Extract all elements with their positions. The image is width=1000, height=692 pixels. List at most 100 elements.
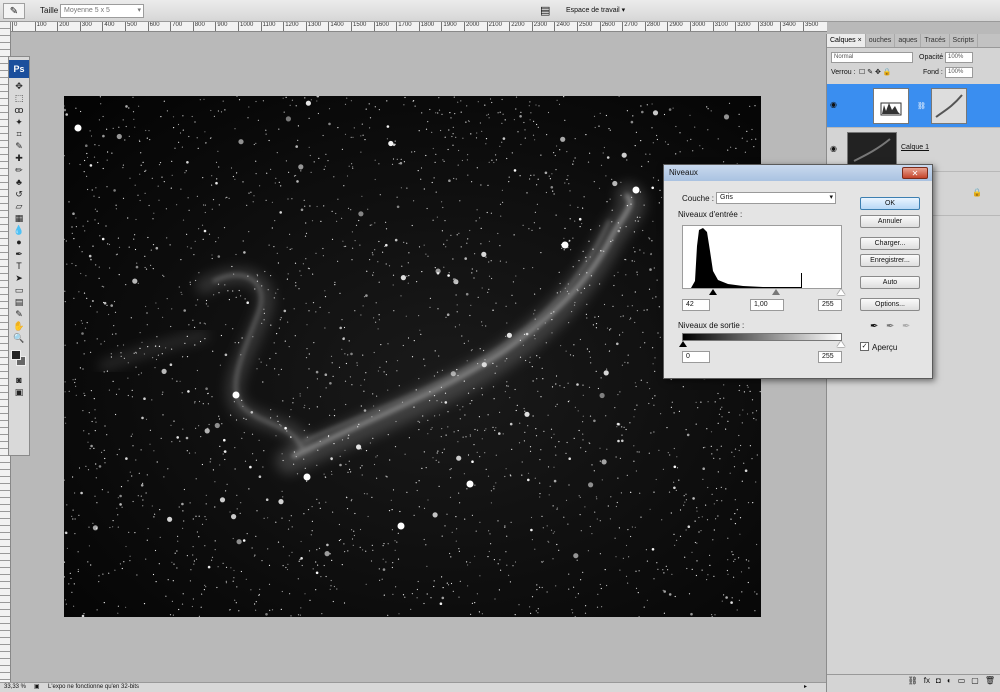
quick-mask-icon[interactable]: ◙ — [11, 374, 27, 386]
input-white-slider[interactable] — [837, 289, 845, 295]
color-swatches[interactable] — [10, 348, 28, 370]
nebula — [99, 183, 646, 474]
status-message: L'expo ne fonctionne qu'en 32-bits — [48, 684, 140, 690]
size-select[interactable]: Moyenne 5 x 5 ▾ — [60, 4, 144, 18]
eye-icon[interactable]: ◉ — [830, 144, 837, 153]
zoom-level[interactable]: 33,33 % — [4, 683, 26, 692]
layer-levels-adjustment[interactable]: ◉ ⛓ — [827, 84, 1000, 128]
channel-select[interactable]: Gris ▾ — [716, 192, 836, 204]
tab-masks[interactable]: aques — [895, 34, 922, 47]
pen-tool-icon[interactable]: ✒ — [11, 248, 27, 260]
fill-field[interactable]: 100% — [945, 67, 973, 78]
tab-layers[interactable]: Calques × — [827, 34, 866, 47]
lasso-tool-icon[interactable]: ꝏ — [11, 104, 27, 116]
eraser-tool-icon[interactable]: ▱ — [11, 200, 27, 212]
healing-brush-tool-icon[interactable]: ✚ — [11, 152, 27, 164]
trash-icon[interactable]: 🗑 — [985, 675, 995, 688]
save-button[interactable]: Enregistrer... — [860, 254, 920, 267]
opacity-field[interactable]: 100% — [945, 52, 973, 63]
eyedropper-tool-icon[interactable]: ✎ — [11, 140, 27, 152]
type-tool-icon[interactable]: T — [11, 260, 27, 272]
tab-channels[interactable]: ouches — [866, 34, 896, 47]
ruler-tick: 400 — [102, 22, 114, 31]
workspace-menu[interactable]: Espace de travail ▾ — [566, 6, 625, 14]
load-button[interactable]: Charger... — [860, 237, 920, 250]
ruler-tick: 3400 — [780, 22, 796, 31]
hand-tool-icon[interactable]: ✋ — [11, 320, 27, 332]
input-gamma-slider[interactable] — [772, 289, 780, 295]
black-point-eyedropper-icon[interactable]: ✒ — [870, 321, 878, 332]
dodge-tool-icon[interactable]: ● — [11, 236, 27, 248]
ruler-top[interactable]: 0 100 200 300 400 500 600 700 800 900 1000 1100 1200… — [11, 22, 827, 32]
output-white-slider[interactable] — [837, 341, 845, 347]
dialog-title: Niveaux — [664, 165, 932, 181]
ruler-tick: 1000 — [238, 22, 253, 31]
close-button[interactable]: ✕ — [902, 167, 928, 179]
histogram — [682, 225, 842, 289]
lock-icons[interactable]: ☐ ✎ ✥ 🔒 — [859, 68, 892, 76]
gray-point-eyedropper-icon[interactable]: ✒ — [886, 321, 894, 332]
tab-scripts[interactable]: Scripts — [950, 34, 978, 47]
options-button[interactable]: Options... — [860, 298, 920, 311]
status-arrow-icon[interactable]: ▸ — [804, 683, 807, 692]
group-icon[interactable]: ▭ — [958, 675, 966, 688]
brush-tool-icon[interactable]: ✏ — [11, 164, 27, 176]
add-mask-icon[interactable]: ◘ — [936, 675, 941, 688]
levels-adjustment-icon — [873, 88, 909, 124]
output-black-field[interactable]: 0 — [682, 351, 710, 363]
eye-icon[interactable]: ◉ — [830, 100, 837, 109]
notes-tool-icon[interactable]: ▤ — [11, 296, 27, 308]
eyedropper-tool-icon[interactable]: ✎ — [11, 308, 27, 320]
cancel-button[interactable]: Annuler — [860, 215, 920, 228]
move-tool-icon[interactable]: ✥ — [11, 80, 27, 92]
blur-tool-icon[interactable]: 💧 — [11, 224, 27, 236]
screen-mode-icon[interactable]: ▣ — [11, 386, 27, 398]
output-white-field[interactable]: 255 — [818, 351, 842, 363]
output-black-slider[interactable] — [679, 341, 687, 347]
ruler-tick: 800 — [192, 22, 205, 31]
eyedropper-tool-icon[interactable]: ✎ — [3, 3, 25, 19]
white-point-eyedropper-icon[interactable]: ✒ — [902, 321, 910, 332]
ruler-tick: 2500 — [577, 22, 592, 31]
layer-name[interactable]: Calque 1 — [901, 144, 929, 151]
adjustment-layer-icon[interactable]: ◐ — [947, 675, 952, 688]
rectangle-tool-icon[interactable]: ▭ — [11, 284, 27, 296]
link-layers-icon[interactable]: ⛓ — [908, 675, 918, 688]
zoom-tool-icon[interactable]: 🔍 — [11, 332, 27, 344]
gradient-tool-icon[interactable]: ▦ — [11, 212, 27, 224]
foreground-color-swatch[interactable] — [11, 350, 21, 360]
fx-icon[interactable]: fx — [924, 675, 930, 688]
blend-row: Normal Opacité : 100% — [827, 52, 1000, 66]
ruler-tick: 1800 — [418, 22, 434, 31]
input-black-slider[interactable] — [709, 289, 717, 295]
path-selection-tool-icon[interactable]: ➤ — [11, 272, 27, 284]
clone-stamp-tool-icon[interactable]: ♣ — [11, 176, 27, 188]
status-icon[interactable]: ▣ — [34, 683, 40, 692]
levels-dialog: Niveaux ✕ Couche : Gris ▾ Niveaux d'entr… — [663, 164, 933, 379]
output-levels-label: Niveaux de sortie : — [678, 321, 745, 330]
tab-paths[interactable]: Tracés — [921, 34, 950, 47]
blend-mode-select[interactable]: Normal — [831, 52, 913, 63]
crop-tool-icon[interactable]: ⌗ — [11, 128, 27, 140]
marquee-tool-icon[interactable]: ⬚ — [11, 92, 27, 104]
ruler-tick: 2100 — [486, 22, 502, 31]
preview-checkbox[interactable]: ✓ — [860, 342, 869, 351]
ruler-tick: 0 — [12, 22, 17, 31]
image-canvas[interactable] — [64, 96, 761, 617]
layers-bottom-bar: ⛓ fx ◘ ◐ ▭ ▢ 🗑 — [827, 674, 1000, 688]
ruler-tick: 1700 — [396, 22, 412, 31]
magic-wand-tool-icon[interactable]: ✦ — [11, 116, 27, 128]
ruler-tick: 1300 — [305, 22, 321, 31]
input-black-field[interactable]: 42 — [682, 299, 710, 311]
input-gamma-field[interactable]: 1,00 — [750, 299, 784, 311]
history-brush-tool-icon[interactable]: ↺ — [11, 188, 27, 200]
ruler-tick: 700 — [170, 22, 182, 31]
ok-button[interactable]: OK — [860, 197, 920, 210]
ruler-tick: 100 — [34, 22, 47, 31]
workspace-icon[interactable]: ▤ — [540, 4, 556, 18]
new-layer-icon[interactable]: ▢ — [971, 675, 979, 688]
auto-button[interactable]: Auto — [860, 276, 920, 289]
layer-mask-thumbnail[interactable] — [931, 88, 967, 124]
input-white-field[interactable]: 255 — [818, 299, 842, 311]
ruler-tick: 2600 — [599, 22, 615, 31]
